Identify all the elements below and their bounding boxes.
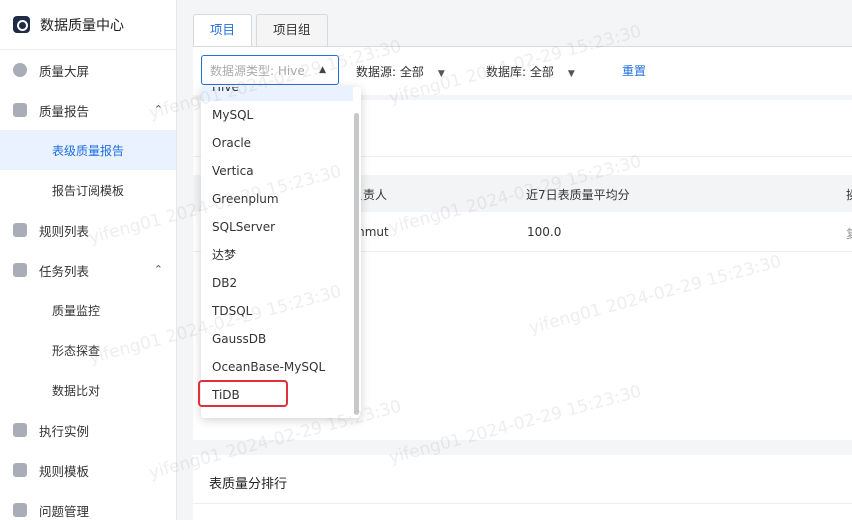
cell-score: 100.0 <box>527 225 562 239</box>
dropdown-option-oracle[interactable]: Oracle <box>201 129 353 157</box>
dropdown-option-mysql[interactable]: MySQL <box>201 101 353 129</box>
chevron-up-icon: ⌃ <box>153 103 163 116</box>
column-avg-score: 近7日表质量平均分 <box>526 188 630 202</box>
instance-icon <box>13 423 27 437</box>
sidebar-item-label: 规则模板 <box>39 463 90 479</box>
datasource-label: 数据源: 全部 <box>356 65 424 79</box>
dropdown-option-oceanbase-mysql[interactable]: OceanBase-MySQL <box>201 353 353 381</box>
sidebar-item-issue-mgmt[interactable]: 问题管理 <box>0 490 176 520</box>
datasource-type-select[interactable]: 数据源类型: Hive ▲ <box>201 55 339 85</box>
tab-bar: 项目 项目组 <box>193 14 332 46</box>
dropdown-scrollbar[interactable] <box>354 113 359 415</box>
sidebar-item-label: 问题管理 <box>39 503 90 519</box>
dropdown-option-sqlserver[interactable]: SQLServer <box>201 213 353 241</box>
brand: 数据质量中心 <box>0 0 176 50</box>
sidebar-item-quality-monitor[interactable]: 质量监控 <box>0 290 176 330</box>
pie-chart-icon <box>13 63 27 77</box>
sidebar-item-table-report[interactable]: 表级质量报告 <box>0 130 176 170</box>
chevron-up-icon: ⌃ <box>153 263 163 276</box>
dropdown-option-tdsql[interactable]: TDSQL <box>201 297 353 325</box>
dropdown-option-hive[interactable]: Hive <box>201 87 353 101</box>
sidebar-item-label: 任务列表 <box>39 263 90 279</box>
reset-button[interactable]: 重置 <box>622 62 646 79</box>
sidebar-item-quality-report[interactable]: 质量报告 ⌃ <box>0 90 176 130</box>
sidebar-item-label: 质量大屏 <box>39 63 90 79</box>
ranking-title: 表质量分排行 <box>209 477 288 492</box>
task-icon <box>13 263 27 277</box>
caret-down-icon: ▼ <box>437 69 445 79</box>
datasource-type-placeholder: 数据源类型: Hive <box>210 63 305 78</box>
logo-icon <box>13 16 30 33</box>
dropdown-option-db2[interactable]: DB2 <box>201 269 353 297</box>
sidebar-item-profile-explore[interactable]: 形态探查 <box>0 330 176 370</box>
sidebar-item-data-compare[interactable]: 数据比对 <box>0 370 176 410</box>
issue-icon <box>13 503 27 517</box>
chart-icon <box>13 103 27 117</box>
sidebar-item-rule-template[interactable]: 规则模板 <box>0 450 176 490</box>
sidebar-item-report-template[interactable]: 报告订阅模板 <box>0 170 176 210</box>
column-operation: 操 <box>846 186 852 203</box>
sidebar-item-quality-screen[interactable]: 质量大屏 <box>0 50 176 90</box>
tidb-highlight-box <box>198 380 288 407</box>
caret-up-icon: ▲ <box>319 65 326 75</box>
tab-project[interactable]: 项目 <box>193 14 253 46</box>
cell-operation[interactable]: 复 <box>846 225 852 242</box>
database-label: 数据库: 全部 <box>486 65 554 79</box>
tab-project-group[interactable]: 项目组 <box>256 14 328 46</box>
dropdown-option-dameng[interactable]: 达梦 <box>201 241 353 269</box>
datasource-select[interactable]: 数据源: 全部 ▼ <box>356 63 445 80</box>
sidebar-item-label: 规则列表 <box>39 223 90 239</box>
sidebar: 数据质量中心 质量大屏 质量报告 ⌃ 表级质量报告 报告订阅模板 规则列表 任务… <box>0 0 177 520</box>
template-icon <box>13 463 27 477</box>
sidebar-item-label: 执行实例 <box>39 423 90 439</box>
datasource-type-dropdown: Hive MySQL Oracle Vertica Greenplum SQLS… <box>201 87 361 418</box>
caret-down-icon: ▼ <box>567 69 575 79</box>
card-divider <box>193 503 852 504</box>
list-icon <box>13 223 27 237</box>
sidebar-item-execution[interactable]: 执行实例 <box>0 410 176 450</box>
dropdown-option-greenplum[interactable]: Greenplum <box>201 185 353 213</box>
dropdown-option-gaussdb[interactable]: GaussDB <box>201 325 353 353</box>
sidebar-item-rule-list[interactable]: 规则列表 <box>0 210 176 250</box>
dropdown-option-vertica[interactable]: Vertica <box>201 157 353 185</box>
brand-title: 数据质量中心 <box>40 17 124 34</box>
database-select[interactable]: 数据库: 全部 ▼ <box>486 63 575 80</box>
ranking-card: 表质量分排行 <box>193 455 852 520</box>
sidebar-item-label: 质量报告 <box>39 103 90 119</box>
sidebar-item-task-list[interactable]: 任务列表 ⌃ <box>0 250 176 290</box>
